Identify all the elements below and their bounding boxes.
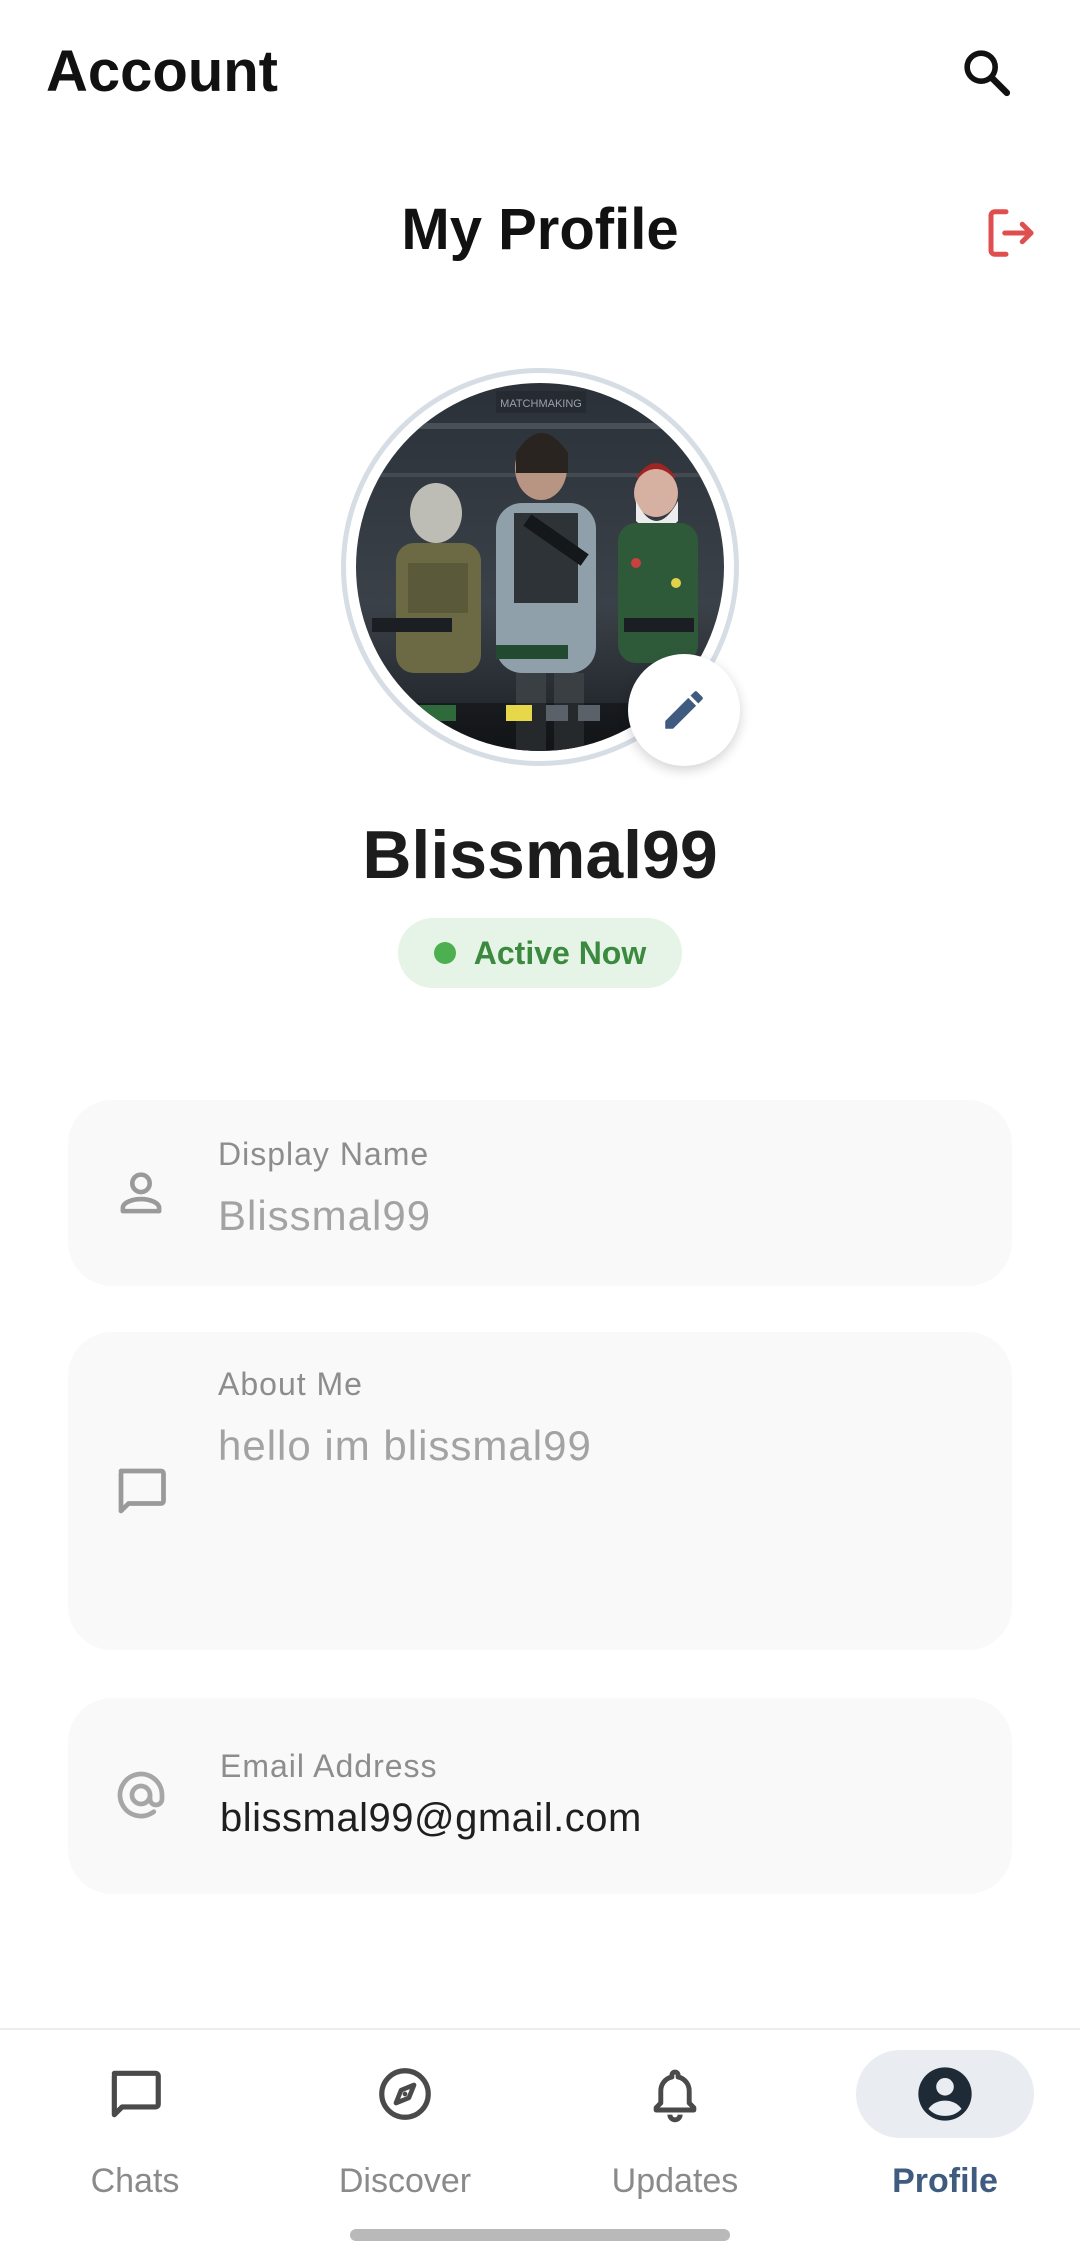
about-me-value[interactable]: hello im blissmal99	[218, 1422, 592, 1470]
nav-label-profile: Profile	[892, 2162, 998, 2200]
pencil-icon	[665, 691, 703, 729]
nav-item-updates[interactable]: Updates	[540, 2030, 810, 2230]
display-name-label: Display Name	[218, 1136, 430, 1172]
nav-icon-container	[316, 2050, 494, 2138]
search-icon	[964, 50, 1011, 97]
app-bar-title: Account	[46, 39, 278, 104]
nav-label-discover: Discover	[338, 2162, 472, 2200]
nav-icon-container	[856, 2050, 1034, 2138]
nav-icon-container	[46, 2050, 224, 2138]
search-button[interactable]	[952, 38, 1022, 108]
logout-button[interactable]	[976, 198, 1046, 268]
account-circle-icon	[918, 2067, 972, 2121]
svg-text:MATCHMAKING: MATCHMAKING	[500, 398, 582, 410]
app-bar: Account	[0, 0, 1080, 150]
person-icon	[108, 1160, 174, 1226]
email-label: Email Address	[220, 1748, 438, 1784]
edit-avatar-button[interactable]	[628, 654, 740, 766]
compass-icon	[379, 2068, 431, 2120]
account-screen: Account My Profile MATCHMAKING Blissmal9…	[0, 0, 1080, 2256]
nav-item-profile[interactable]: Profile	[810, 2030, 1080, 2230]
display-name-field[interactable]: Display Name Blissmal99	[68, 1100, 1012, 1286]
status-badge: Active Now	[398, 918, 682, 988]
email-field[interactable]: Email Address blissmal99@gmail.com	[68, 1698, 1012, 1894]
profile-username: Blissmal99	[362, 817, 718, 893]
display-name-value[interactable]: Blissmal99	[218, 1192, 431, 1240]
status-text: Active Now	[473, 934, 647, 971]
page-title: My Profile	[401, 197, 679, 262]
nav-item-chats[interactable]: Chats	[0, 2030, 270, 2230]
message-icon	[108, 1458, 174, 1524]
nav-label-chats: Chats	[90, 2162, 180, 2200]
status-dot-icon	[433, 942, 456, 964]
nav-item-discover[interactable]: Discover	[270, 2030, 540, 2230]
nav-label-updates: Updates	[611, 2162, 739, 2200]
bottom-navigation: Chats Discover Updates Profile	[0, 2028, 1080, 2256]
bell-icon	[653, 2069, 697, 2123]
home-indicator[interactable]	[350, 2229, 730, 2241]
at-sign-icon	[108, 1762, 174, 1828]
about-me-field[interactable]: About Me hello im blissmal99	[68, 1332, 1012, 1650]
logout-icon	[988, 209, 1034, 257]
email-value: blissmal99@gmail.com	[220, 1796, 642, 1840]
about-me-label: About Me	[218, 1366, 363, 1402]
chat-bubble-icon	[111, 2070, 161, 2118]
nav-icon-container	[586, 2050, 764, 2138]
